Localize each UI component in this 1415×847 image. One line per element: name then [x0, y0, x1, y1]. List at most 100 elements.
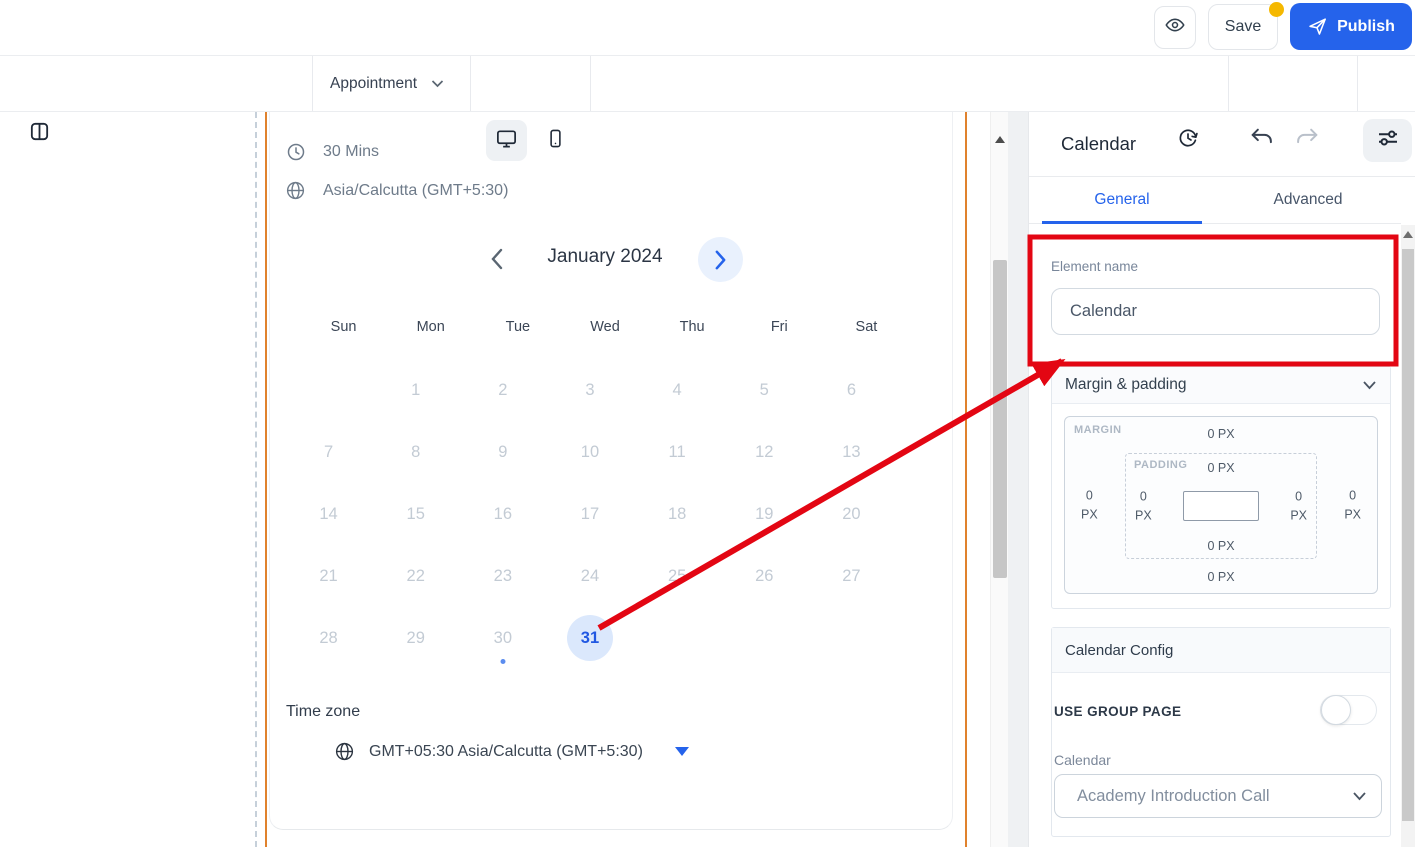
calendar-day[interactable]: 8 — [393, 429, 439, 475]
toggle-sidebar-button[interactable] — [20, 120, 58, 148]
scroll-up-arrow-icon[interactable] — [1403, 231, 1413, 238]
padding-top-value[interactable]: 0 PX — [1126, 461, 1316, 475]
tab-general[interactable]: General — [1029, 177, 1215, 224]
use-group-page-toggle[interactable] — [1320, 695, 1377, 725]
calendar-day — [306, 367, 352, 413]
next-month-button[interactable] — [698, 237, 743, 282]
desktop-view-button[interactable] — [486, 120, 527, 161]
timezone-section-label: Time zone — [286, 703, 361, 720]
calendar-day[interactable]: 10 — [567, 429, 613, 475]
eye-icon — [1164, 14, 1186, 41]
version-history-button[interactable] — [1170, 122, 1206, 158]
padding-left-value[interactable]: 0 PX — [1135, 487, 1152, 525]
canvas-scrollbar[interactable] — [990, 112, 1008, 847]
toolbar-divider — [470, 56, 471, 111]
calendar-day-cell: 31 — [546, 607, 633, 669]
unsaved-changes-dot — [1269, 2, 1284, 17]
calendar-day[interactable]: 9 — [480, 429, 526, 475]
calendar-day[interactable]: 20 — [828, 491, 874, 537]
calendar-day[interactable]: 17 — [567, 491, 613, 537]
calendar-config-header: Calendar Config — [1052, 628, 1390, 673]
calendar-day[interactable]: 26 — [741, 553, 787, 599]
calendar-day[interactable]: 12 — [741, 429, 787, 475]
tab-advanced[interactable]: Advanced — [1215, 177, 1401, 223]
margin-left-value[interactable]: 0 PX — [1081, 486, 1098, 524]
canvas-panel-gutter — [1008, 112, 1028, 847]
redo-button[interactable] — [1292, 126, 1322, 154]
margin-right-value[interactable]: 0 PX — [1344, 486, 1361, 524]
padding-bottom-value[interactable]: 0 PX — [1126, 539, 1316, 553]
calendar-day[interactable]: 3 — [567, 367, 613, 413]
calendar-day-cell: 13 — [808, 421, 895, 483]
prev-month-button[interactable] — [482, 244, 512, 274]
calendar-day[interactable]: 4 — [654, 367, 700, 413]
calendar-day[interactable]: 19 — [741, 491, 787, 537]
calendar-day — [741, 615, 787, 661]
scrollbar-thumb[interactable] — [993, 260, 1007, 578]
publish-button[interactable]: Publish — [1290, 3, 1412, 50]
calendar-day[interactable]: 27 — [828, 553, 874, 599]
calendar-day[interactable]: 15 — [393, 491, 439, 537]
toolbar-divider — [1357, 56, 1358, 111]
panel-header: Calendar — [1029, 112, 1415, 177]
calendar-day[interactable]: 11 — [654, 429, 700, 475]
save-button[interactable]: Save — [1208, 4, 1278, 50]
content-box-input[interactable] — [1183, 491, 1259, 521]
chevron-down-icon — [1362, 380, 1377, 390]
calendar-field-label: Calendar — [1054, 752, 1111, 768]
padding-right-value[interactable]: 0 PX — [1290, 487, 1307, 525]
calendar-day[interactable]: 6 — [828, 367, 874, 413]
history-clock-icon — [1176, 126, 1200, 155]
calendar-select[interactable]: Academy Introduction Call — [1054, 774, 1382, 818]
calendar-day[interactable]: 29 — [393, 615, 439, 661]
panel-scrollbar[interactable] — [1401, 225, 1415, 847]
weekday-label: Fri — [770, 319, 788, 335]
calendar-day-cell: 27 — [808, 545, 895, 607]
scrollbar-thumb[interactable] — [1402, 249, 1414, 821]
page-selector-dropdown[interactable]: Appointment — [330, 56, 444, 111]
element-name-input[interactable] — [1051, 288, 1380, 335]
calendar-day[interactable]: 13 — [828, 429, 874, 475]
margin-top-value[interactable]: 0 PX — [1065, 427, 1377, 441]
timezone-text: Asia/Calcutta (GMT+5:30) — [323, 181, 509, 199]
calendar-day[interactable]: 25 — [654, 553, 700, 599]
calendar-day-cell: 15 — [372, 483, 459, 545]
weekday-label: Sun — [330, 319, 357, 335]
calendar-day[interactable]: 22 — [393, 553, 439, 599]
margin-padding-header[interactable]: Margin & padding — [1052, 367, 1390, 404]
calendar-day-selected[interactable]: 31 — [566, 615, 613, 661]
calendar-day[interactable]: 30 — [480, 615, 526, 661]
duration-text: 30 Mins — [323, 143, 380, 160]
calendar-day-cell: 14 — [285, 483, 372, 545]
calendar-day[interactable]: 23 — [480, 553, 526, 599]
calendar-day[interactable]: 28 — [306, 615, 352, 661]
editor-canvas: 30 Mins Asia/Calcutta (GMT+5:30) January… — [0, 112, 1008, 847]
calendar-day[interactable]: 16 — [480, 491, 526, 537]
calendar-day[interactable]: 18 — [654, 491, 700, 537]
element-settings-button[interactable] — [1363, 119, 1412, 162]
calendar-day[interactable]: 5 — [741, 367, 787, 413]
timezone-select[interactable]: GMT+05:30 Asia/Calcutta (GMT+5:30) — [334, 741, 689, 762]
calendar-day — [654, 615, 700, 661]
calendar-day[interactable]: 24 — [567, 553, 613, 599]
weekday-label: Tue — [505, 319, 531, 335]
editor-toolbar: Appointment — [0, 56, 1415, 162]
desktop-icon — [495, 127, 518, 155]
calendar-day-cell: 25 — [634, 545, 721, 607]
chevron-down-icon — [431, 79, 444, 88]
mobile-view-button[interactable] — [538, 120, 572, 161]
calendar-day-cell: 16 — [459, 483, 546, 545]
calendar-day-cell: 20 — [808, 483, 895, 545]
calendar-day[interactable]: 21 — [306, 553, 352, 599]
calendar-day[interactable]: 7 — [306, 429, 352, 475]
calendar-day-cell: 26 — [721, 545, 808, 607]
calendar-day-cell — [808, 607, 895, 669]
calendar-day-cell: 23 — [459, 545, 546, 607]
preview-button[interactable] — [1154, 6, 1196, 49]
calendar-day[interactable]: 2 — [480, 367, 526, 413]
margin-bottom-value[interactable]: 0 PX — [1065, 570, 1377, 584]
scroll-up-arrow-icon[interactable] — [995, 136, 1005, 143]
calendar-day[interactable]: 14 — [306, 491, 352, 537]
calendar-day[interactable]: 1 — [393, 367, 439, 413]
undo-button[interactable] — [1246, 126, 1276, 154]
